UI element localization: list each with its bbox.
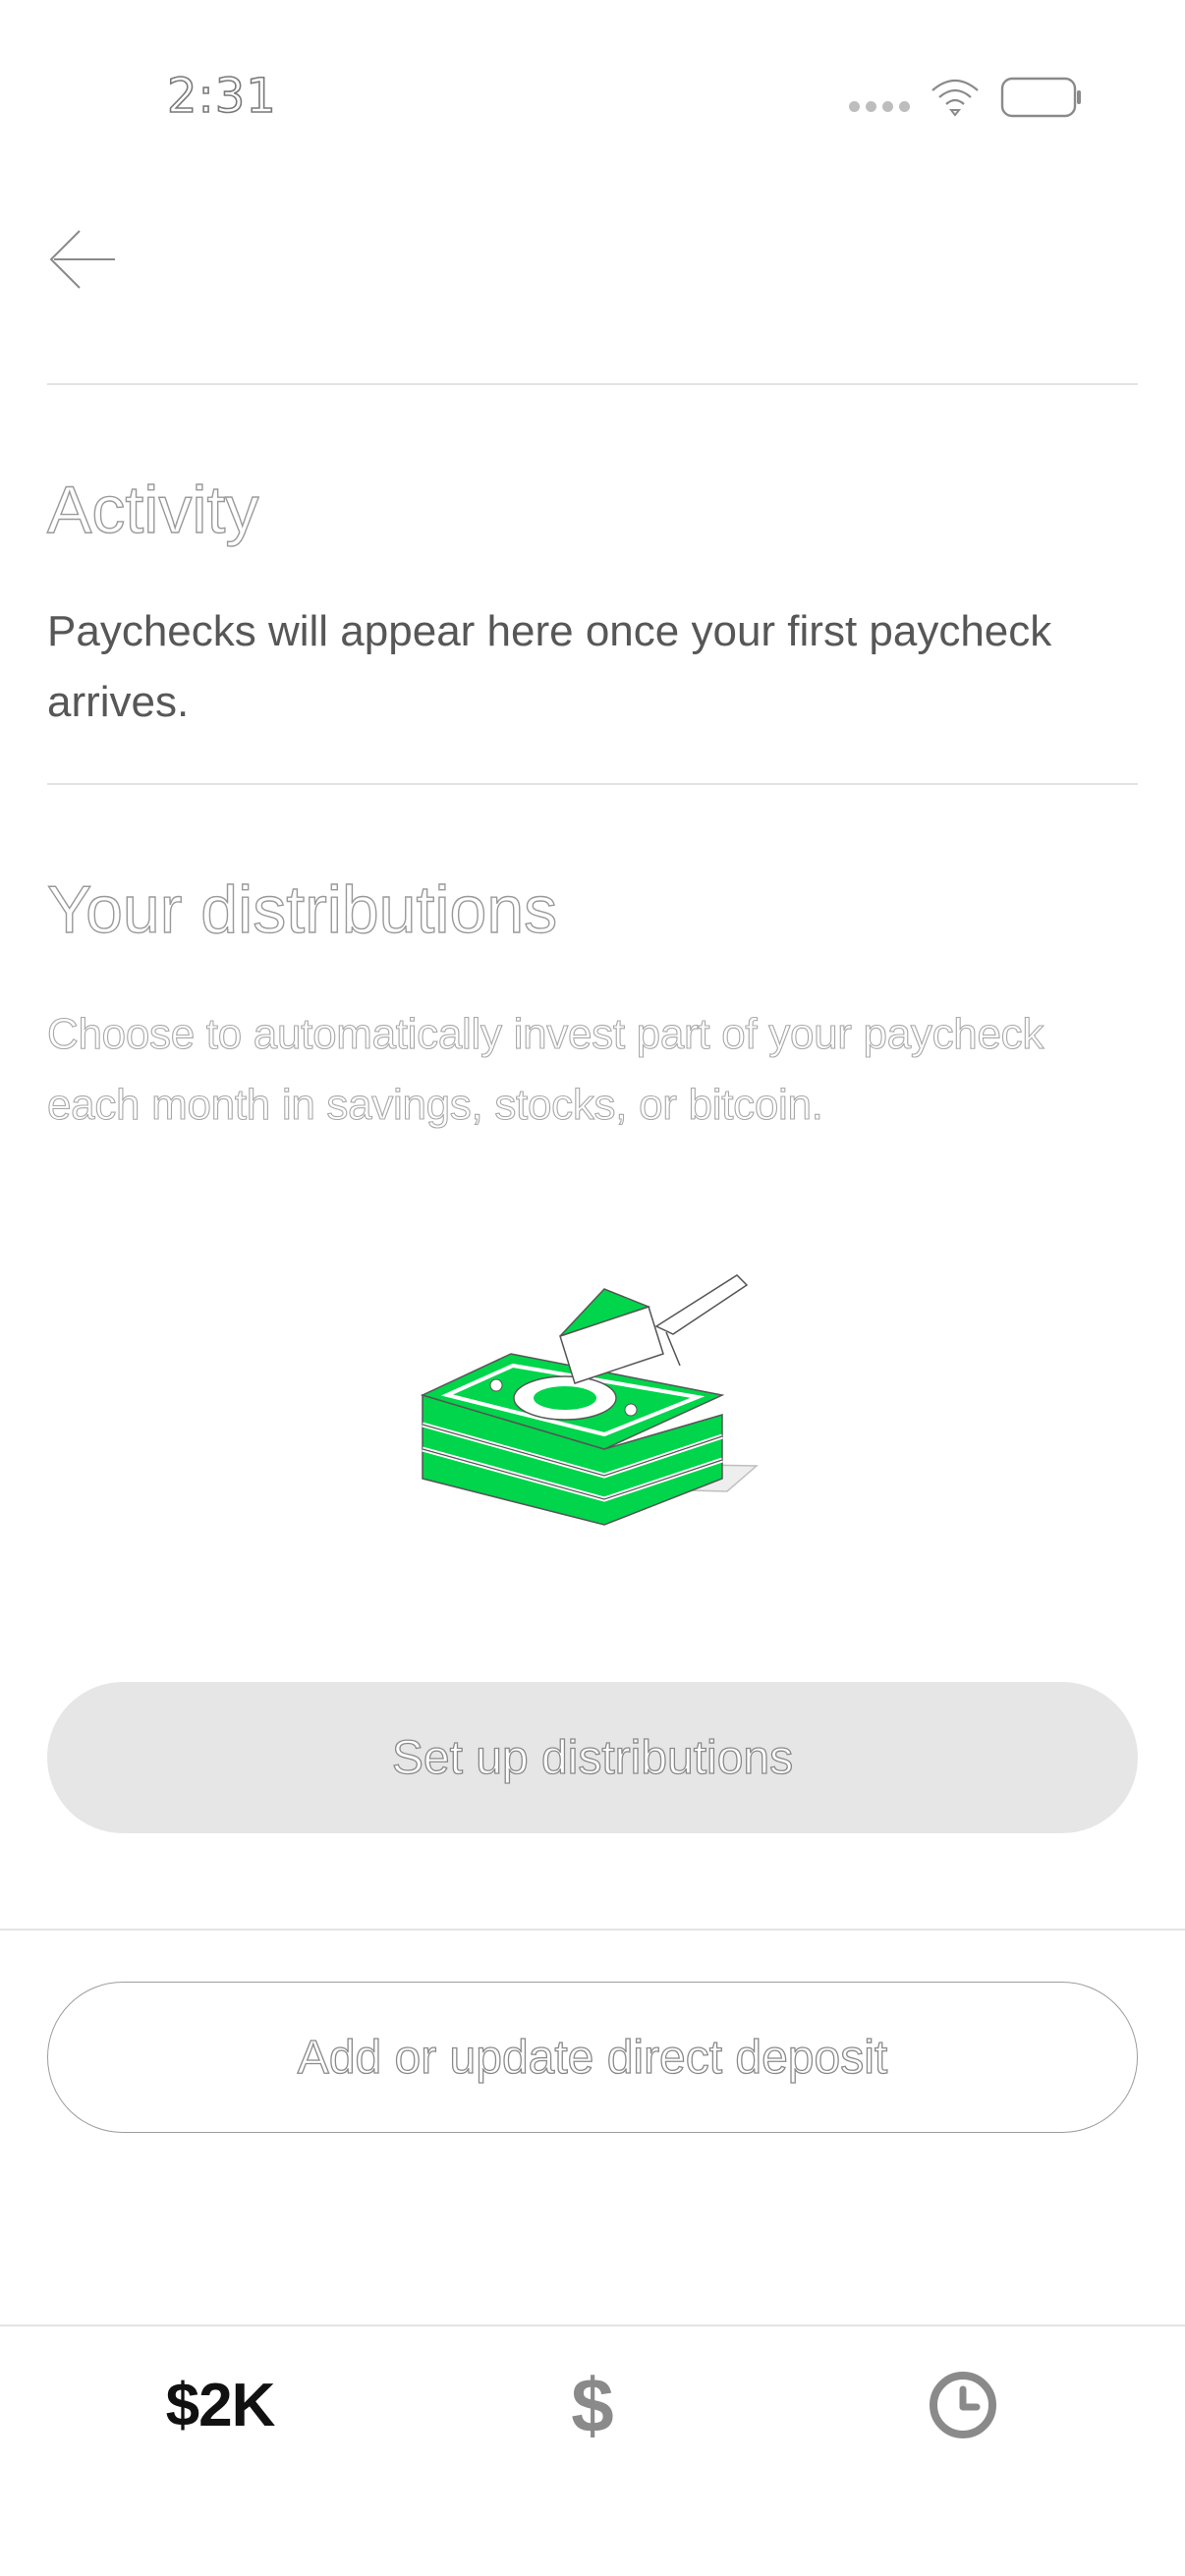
- setup-distributions-label: Set up distributions: [391, 1731, 794, 1784]
- header-divider: [47, 383, 1138, 385]
- bottom-nav: $2K $: [0, 2324, 1185, 2576]
- distributions-description: Choose to automatically invest part of y…: [46, 1009, 1044, 1129]
- nav-activity-tab[interactable]: [816, 2326, 1110, 2484]
- activity-title: Activity: [46, 473, 259, 547]
- money-stack-illustration: [420, 1274, 759, 1526]
- nav-balance-label: $2K: [165, 2371, 276, 2439]
- battery-icon: [1000, 77, 1081, 118]
- footer-divider: [0, 1929, 1185, 1931]
- direct-deposit-label: Add or update direct deposit: [297, 2031, 888, 2084]
- nav-balance-tab[interactable]: $2K: [73, 2326, 367, 2484]
- signal-icon: [849, 100, 910, 112]
- section-divider: [47, 783, 1138, 785]
- back-button[interactable]: [43, 221, 120, 298]
- status-indicators: [849, 73, 1083, 122]
- dollar-icon: $: [571, 2361, 614, 2448]
- nav-pay-tab[interactable]: $: [445, 2326, 740, 2484]
- activity-description: Paychecks will appear here once your fir…: [47, 607, 1052, 726]
- status-bar: 2:31: [0, 0, 1185, 147]
- clock-icon: [930, 2372, 996, 2438]
- status-time: 2:31: [166, 68, 277, 125]
- wifi-icon: [931, 79, 979, 117]
- direct-deposit-button[interactable]: Add or update direct deposit: [47, 1982, 1138, 2133]
- distributions-title: Your distributions: [46, 872, 558, 947]
- setup-distributions-button[interactable]: Set up distributions: [47, 1682, 1138, 1833]
- arrow-left-icon: [50, 230, 115, 289]
